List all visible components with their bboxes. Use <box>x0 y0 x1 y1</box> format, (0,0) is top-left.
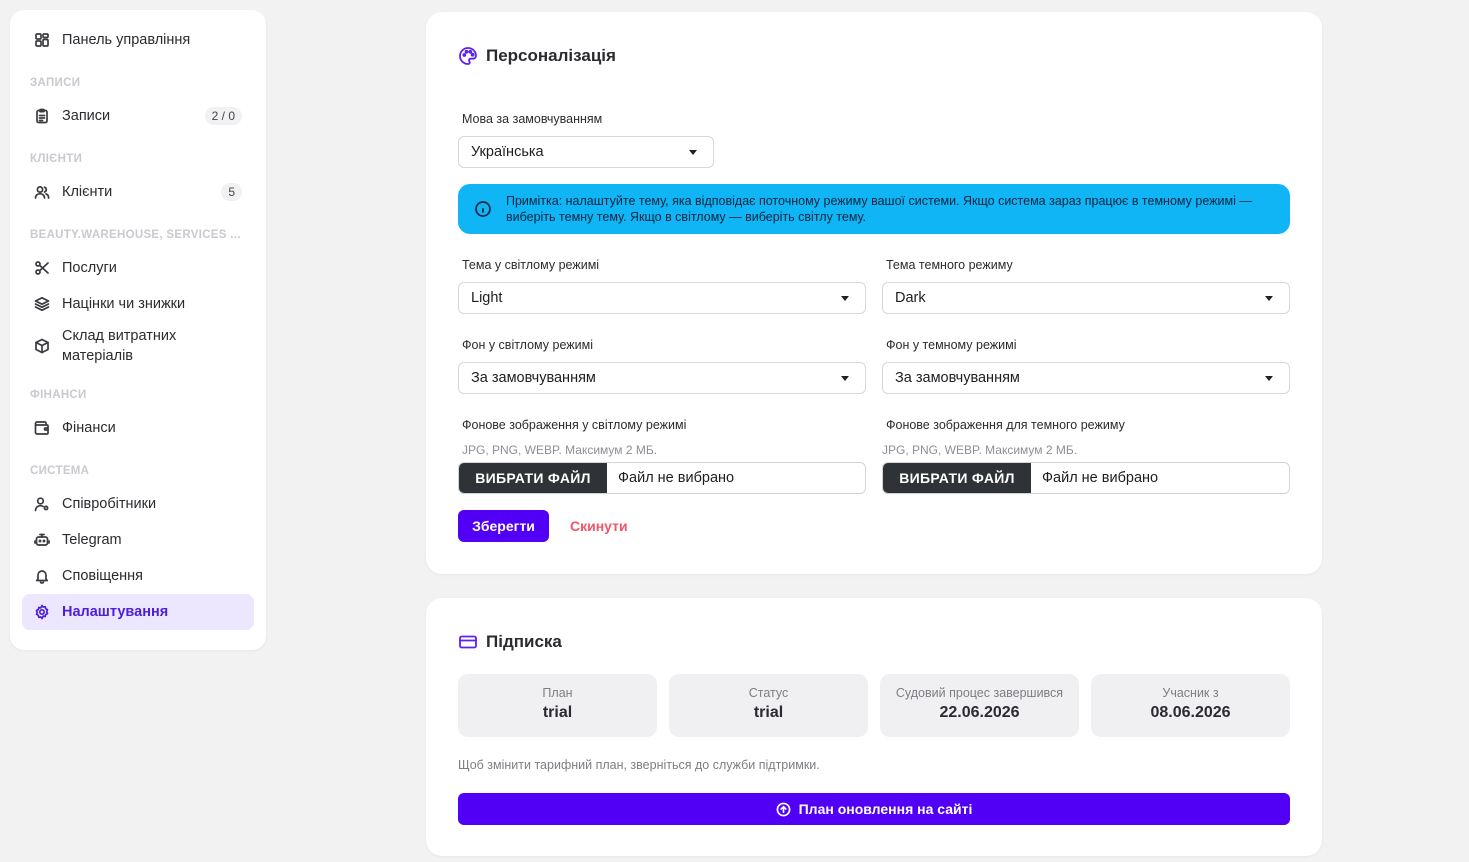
sidebar-item-dashboard[interactable]: Панель управління <box>22 22 254 58</box>
section-label-records: ЗАПИСИ <box>30 77 81 89</box>
records-count-badge: 2 / 0 <box>204 107 242 125</box>
sidebar-item-label: Фінанси <box>62 420 116 436</box>
section-label-system: СИСТЕМА <box>30 465 90 477</box>
clients-count-badge: 5 <box>221 183 242 201</box>
dark-bg-label: Фон у темному режимі <box>886 338 1017 352</box>
sidebar-item-notifications[interactable]: Сповіщення <box>22 558 254 594</box>
personalization-title: Персоналізація <box>458 46 616 66</box>
dark-image-hint: JPG, PNG, WEBP. Максимум 2 МБ. <box>882 443 1078 457</box>
file-status-text: Файл не вибрано <box>618 470 735 486</box>
subscription-title: Підписка <box>458 632 562 652</box>
sidebar-item-label: Націнки чи знижки <box>62 296 186 312</box>
upgrade-plan-button[interactable]: План оновлення на сайті <box>458 793 1290 825</box>
user-cog-icon <box>34 496 50 512</box>
dark-theme-select[interactable]: Dark <box>882 282 1290 314</box>
choose-file-button[interactable]: ВИБРАТИ ФАЙЛ <box>883 463 1031 493</box>
dashboard-icon <box>34 32 50 48</box>
light-theme-label: Тема у світлому режимі <box>462 258 600 272</box>
arrow-up-circle-icon <box>776 802 791 816</box>
scissors-icon <box>34 260 50 276</box>
file-status-text: Файл не вибрано <box>1042 470 1159 486</box>
theme-note-alert: Примітка: налаштуйте тему, яка відповіда… <box>458 184 1290 234</box>
subscription-card: Підписка План trial Статус trial Судовий… <box>426 598 1322 856</box>
stat-label: Учасник з <box>1162 686 1219 700</box>
credit-card-icon <box>459 635 477 649</box>
sidebar-item-markups[interactable]: Націнки чи знижки <box>22 286 254 322</box>
caret-down-icon <box>841 296 849 301</box>
bot-icon <box>34 532 50 548</box>
sidebar-item-label: Записи <box>62 108 111 124</box>
sidebar: Панель управління ЗАПИСИ Записи 2 / 0 КЛ… <box>10 10 266 650</box>
bell-icon <box>34 568 50 584</box>
sidebar-item-label: Telegram <box>62 532 122 548</box>
dark-image-label: Фонове зображення для темного режиму <box>886 418 1125 432</box>
choose-file-button[interactable]: ВИБРАТИ ФАЙЛ <box>459 463 607 493</box>
trial-end-stat: Судовий процес завершився 22.06.2026 <box>880 674 1079 737</box>
stat-label: План <box>542 686 573 700</box>
section-label-warehouse: BEAUTY.WAREHOUSE, SERVICES ... <box>30 229 241 241</box>
layers-icon <box>34 296 50 312</box>
caret-down-icon <box>841 376 849 381</box>
stat-value: trial <box>542 704 573 721</box>
caret-down-icon <box>1265 296 1273 301</box>
sidebar-item-label: Послуги <box>62 260 117 276</box>
reset-button[interactable]: Скинути <box>570 510 628 542</box>
sidebar-item-telegram[interactable]: Telegram <box>22 522 254 558</box>
caret-down-icon <box>689 150 697 155</box>
dark-bg-select[interactable]: За замовчуванням <box>882 362 1290 394</box>
sidebar-item-clients[interactable]: Клієнти 5 <box>22 174 254 210</box>
dark-theme-label: Тема темного режиму <box>886 258 1013 272</box>
sidebar-item-finance[interactable]: Фінанси <box>22 410 254 446</box>
sidebar-item-label: Склад витратних матеріалів <box>62 328 177 364</box>
users-icon <box>34 184 50 200</box>
light-bg-select[interactable]: За замовчуванням <box>458 362 866 394</box>
sidebar-item-employees[interactable]: Співробітники <box>22 486 254 522</box>
status-stat: Статус trial <box>669 674 868 737</box>
sidebar-item-records[interactable]: Записи 2 / 0 <box>22 98 254 134</box>
box-icon <box>34 338 50 354</box>
stat-value: 22.06.2026 <box>939 704 1020 721</box>
subscription-note: Щоб змінити тарифний план, зверніться до… <box>458 758 820 772</box>
light-bg-label: Фон у світлому режимі <box>462 338 593 352</box>
language-select[interactable]: Українська <box>458 136 714 168</box>
sidebar-item-label: Сповіщення <box>62 568 144 584</box>
palette-icon <box>459 47 477 65</box>
clipboard-icon <box>34 108 50 124</box>
dark-image-file-input[interactable]: ВИБРАТИ ФАЙЛ Файл не вибрано <box>882 462 1290 494</box>
sidebar-item-settings[interactable]: Налаштування <box>22 594 254 630</box>
info-icon <box>475 201 491 217</box>
sidebar-item-label: Клієнти <box>62 184 113 200</box>
sidebar-item-warehouse[interactable]: Склад витратних матеріалів <box>22 322 254 370</box>
stat-label: Статус <box>748 686 789 700</box>
plan-stat: План trial <box>458 674 657 737</box>
section-label-clients: КЛІЄНТИ <box>30 153 83 165</box>
light-image-hint: JPG, PNG, WEBP. Максимум 2 МБ. <box>462 443 658 457</box>
sidebar-item-label: Панель управління <box>62 32 191 48</box>
stat-value: 08.06.2026 <box>1150 704 1231 721</box>
section-label-finance: ФІНАНСИ <box>30 389 87 401</box>
light-image-label: Фонове зображення у світлому режимі <box>462 418 687 432</box>
save-button[interactable]: Зберегти <box>458 510 549 542</box>
stat-value: trial <box>753 704 784 721</box>
wallet-icon <box>34 420 50 436</box>
sidebar-item-label: Налаштування <box>62 604 169 620</box>
stat-label: Судовий процес завершився <box>895 686 1064 700</box>
light-theme-select[interactable]: Light <box>458 282 866 314</box>
caret-down-icon <box>1265 376 1273 381</box>
gear-icon <box>34 604 50 620</box>
sidebar-item-services[interactable]: Послуги <box>22 250 254 286</box>
language-label: Мова за замовчуванням <box>462 112 603 126</box>
personalization-card: Персоналізація Мова за замовчуванням Укр… <box>426 12 1322 574</box>
member-since-stat: Учасник з 08.06.2026 <box>1091 674 1290 737</box>
sidebar-item-label: Співробітники <box>62 496 157 512</box>
light-image-file-input[interactable]: ВИБРАТИ ФАЙЛ Файл не вибрано <box>458 462 866 494</box>
